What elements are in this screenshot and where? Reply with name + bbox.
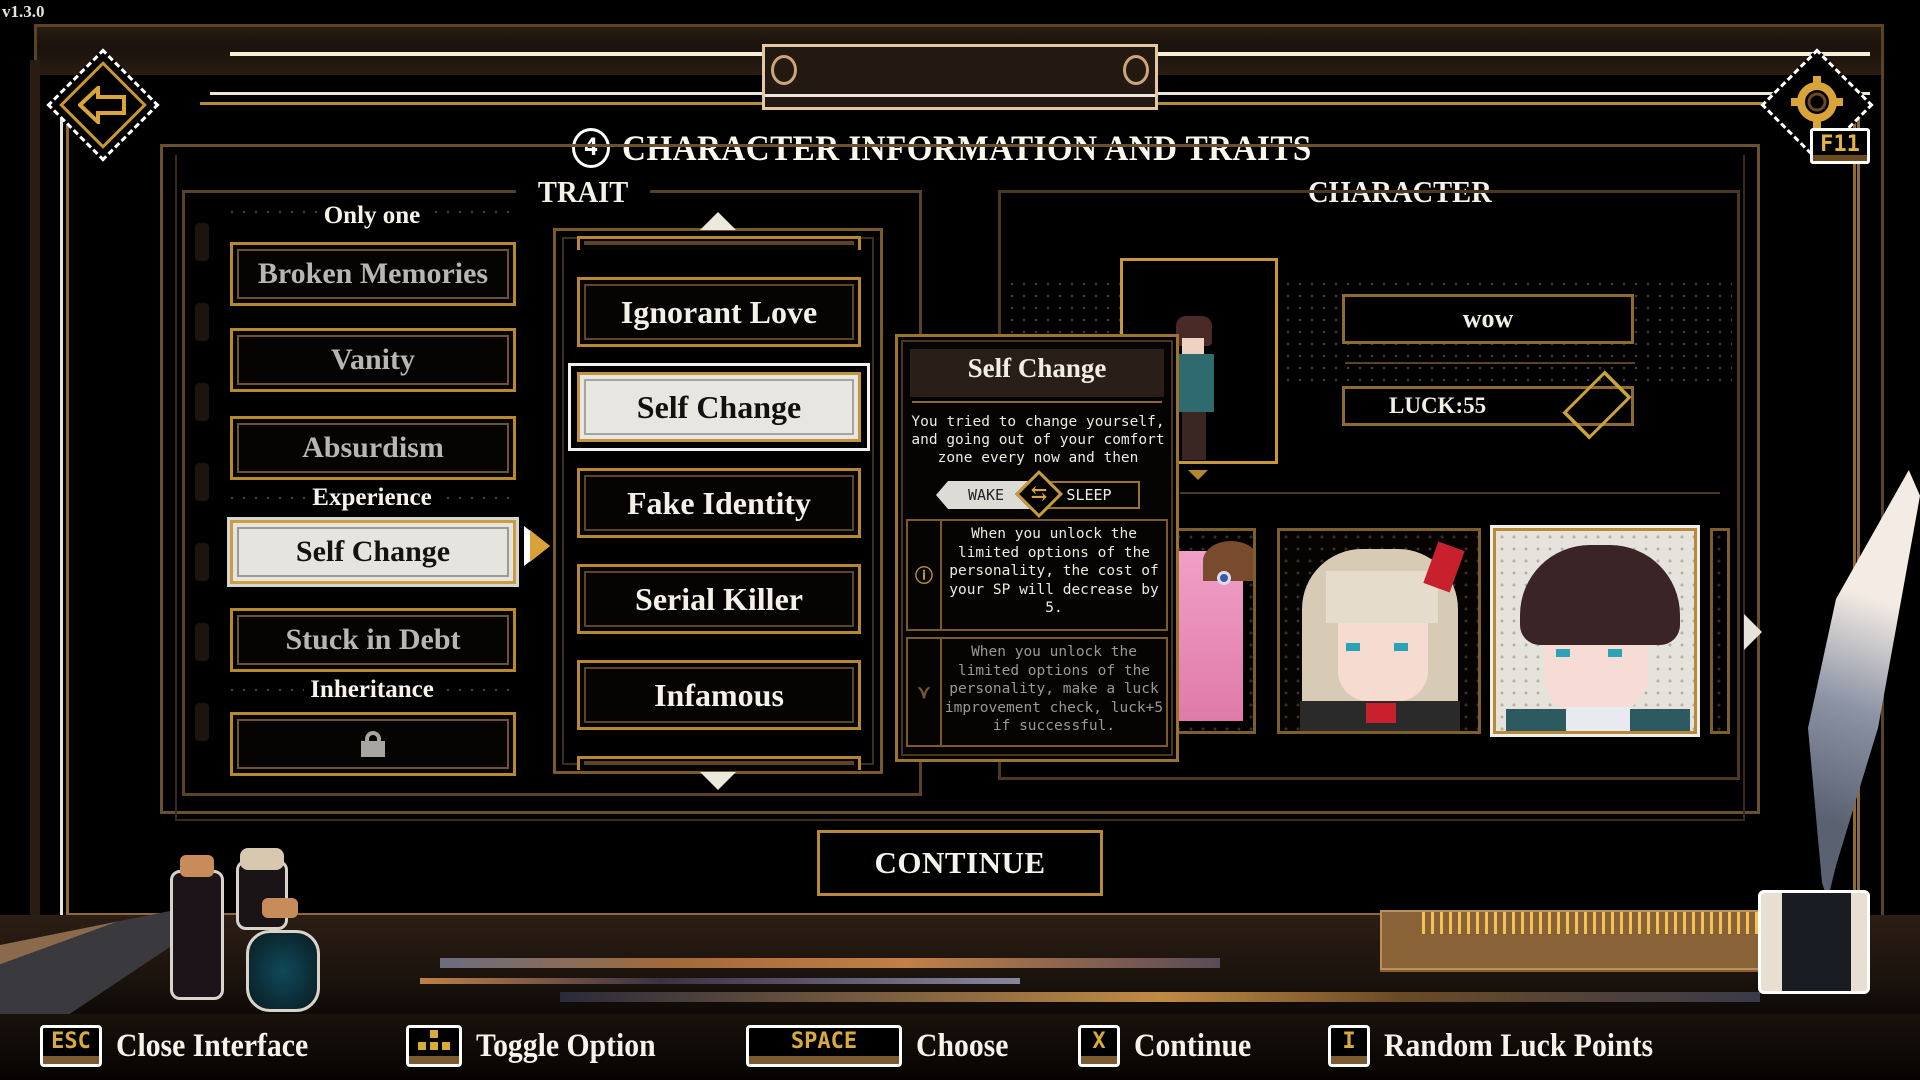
wake-sleep-toggle[interactable]: WAKE SLEEP ⇆ <box>936 469 1140 519</box>
category-label-experience: Experience <box>222 484 522 512</box>
ink-bottle-decoration <box>170 870 224 1000</box>
portrait-dark-haired-boy-selected[interactable] <box>1493 528 1697 734</box>
hint-label: Choose <box>916 1027 1009 1064</box>
film-hole <box>195 703 209 741</box>
list-item-partial <box>577 236 861 250</box>
swap-icon: ⇆ <box>1030 483 1048 505</box>
film-hole <box>195 223 209 261</box>
continue-button[interactable]: CONTINUE <box>817 830 1103 896</box>
category-label-inheritance: Inheritance <box>222 676 522 704</box>
hint-toggle-option[interactable]: Toggle Option <box>406 1022 676 1070</box>
ribbon <box>1366 703 1396 723</box>
effect-text: When you unlock the limited options of t… <box>949 526 1159 616</box>
pen-decoration <box>440 958 1220 968</box>
back-button[interactable] <box>46 48 160 162</box>
tooltip-title: Self Change <box>967 353 1107 383</box>
film-hole <box>195 303 209 341</box>
portrait-blonde-girl[interactable] <box>1277 528 1481 734</box>
film-hole <box>195 543 209 581</box>
option-self-change-selected[interactable]: Self Change <box>577 372 861 442</box>
trait-absurdism[interactable]: Absurdism <box>230 416 516 480</box>
collar <box>1566 707 1630 731</box>
divider <box>1180 492 1720 494</box>
divider <box>912 401 1162 403</box>
category-label-only-one: Only one <box>222 202 522 230</box>
trait-vanity[interactable]: Vanity <box>230 328 516 392</box>
option-infamous[interactable]: Infamous <box>577 660 861 730</box>
option-ignorant-love[interactable]: Ignorant Love <box>577 277 861 347</box>
trait-inheritance-locked[interactable] <box>230 712 516 776</box>
scroll-down-arrow-icon[interactable] <box>700 772 736 790</box>
trait-tooltip: Self Change You tried to change yourself… <box>895 334 1179 762</box>
gear-icon <box>1791 76 1843 128</box>
trait-broken-memories[interactable]: Broken Memories <box>230 242 516 306</box>
hair-pin-icon <box>1217 571 1231 585</box>
hint-label: Continue <box>1134 1027 1252 1064</box>
top-ornament-plate <box>762 44 1158 110</box>
x-key-icon: X <box>1078 1025 1120 1067</box>
tooltip-description: You tried to change yourself, and going … <box>911 414 1165 466</box>
cork <box>262 898 298 918</box>
pen-decoration <box>420 978 1020 984</box>
hint-close-interface[interactable]: ESC Close Interface <box>40 1022 330 1070</box>
effect-sp-cost: ⓘ When you unlock the limited options of… <box>906 519 1168 631</box>
hint-continue[interactable]: X Continue <box>1078 1022 1264 1070</box>
ink-bottle-decoration <box>246 930 320 1012</box>
hint-label: Close Interface <box>116 1027 309 1064</box>
cork <box>180 855 214 877</box>
space-key-icon: SPACE <box>746 1025 902 1067</box>
cork <box>240 848 284 870</box>
option-fake-identity[interactable]: Fake Identity <box>577 468 861 538</box>
diamond-gem-icon <box>1562 370 1632 440</box>
esc-key-icon: ESC <box>40 1025 102 1067</box>
trait-heading: TRAIT <box>515 174 651 210</box>
f11-hotkey-badge: F11 <box>1810 128 1870 164</box>
ruler-decoration <box>1380 910 1760 970</box>
category-label-text: Inheritance <box>304 676 440 703</box>
film-hole <box>195 463 209 501</box>
film-hole <box>195 383 209 421</box>
hint-random-luck[interactable]: I Random Luck Points <box>1328 1022 1683 1070</box>
portrait-pink-haired-girl[interactable] <box>1170 528 1256 734</box>
selection-arrow-icon <box>522 526 552 566</box>
version-label: v1.3.0 <box>2 2 45 21</box>
trait-stuck-in-debt[interactable]: Stuck in Debt <box>230 608 516 672</box>
back-arrow-icon <box>78 86 126 124</box>
next-portrait-arrow-icon[interactable] <box>1744 614 1762 650</box>
hint-label: Toggle Option <box>476 1027 656 1064</box>
lock-icon <box>361 731 385 757</box>
effect-text: When you unlock the limited options of t… <box>944 644 1164 734</box>
option-serial-killer[interactable]: Serial Killer <box>577 564 861 634</box>
pen-decoration <box>560 992 1760 1002</box>
character-name-field[interactable]: wow <box>1342 294 1634 344</box>
trait-self-change-selected[interactable]: Self Change <box>230 520 516 584</box>
sprite-down-arrow-icon <box>1188 470 1208 480</box>
ornament-icon: ⋎ <box>908 639 942 745</box>
inkwell-decoration <box>1758 890 1870 994</box>
ink-bottle-decoration <box>236 860 288 930</box>
effect-luck-check: ⋎ When you unlock the limited options of… <box>906 637 1168 747</box>
category-label-text: Experience <box>306 484 438 511</box>
luck-dice-button[interactable] <box>1562 368 1632 444</box>
ring-ornament-icon <box>771 55 797 85</box>
divider <box>1345 362 1635 364</box>
hint-label: Random Luck Points <box>1384 1027 1654 1064</box>
ring-ornament-icon <box>1123 55 1149 85</box>
list-item-partial <box>577 756 861 770</box>
info-circle-icon: ⓘ <box>908 521 942 629</box>
frame-left-edge <box>30 60 40 1000</box>
scroll-up-arrow-icon[interactable] <box>700 212 736 230</box>
dpad-key-icon <box>406 1025 462 1067</box>
film-hole <box>195 623 209 661</box>
i-key-icon: I <box>1328 1025 1370 1067</box>
portrait-next-partial[interactable] <box>1710 528 1730 734</box>
category-label-text: Only one <box>317 202 427 229</box>
hint-choose[interactable]: SPACE Choose <box>746 1022 1019 1070</box>
